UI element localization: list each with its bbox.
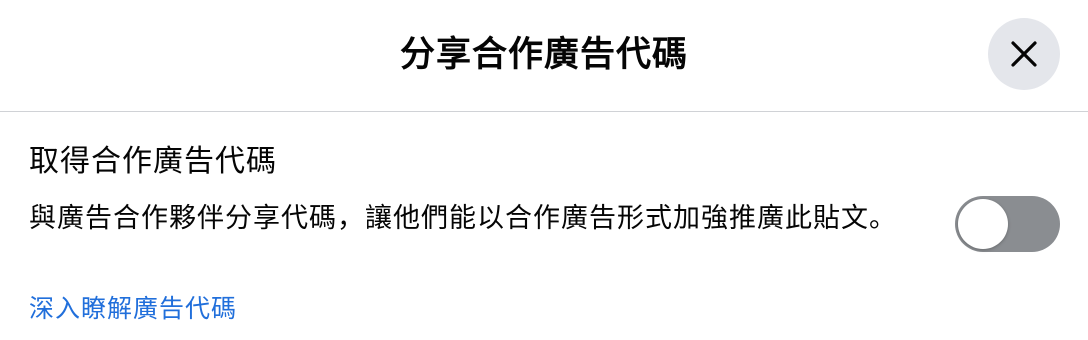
section-description: 與廣告合作夥伴分享代碼，讓他們能以合作廣告形式加強推廣此貼文。 xyxy=(29,203,897,234)
learn-more-link[interactable]: 深入瞭解廣告代碼 xyxy=(29,291,237,327)
dialog-title: 分享合作廣告代碼 xyxy=(399,35,688,75)
toggle-knob xyxy=(958,199,1008,249)
close-icon xyxy=(1011,41,1037,67)
ad-code-toggle[interactable] xyxy=(955,196,1060,252)
share-ad-code-dialog: 分享合作廣告代碼 取得合作廣告代碼 與廣告合作夥伴分享代碼，讓他們能以合作廣告形… xyxy=(0,0,1088,340)
section-title: 取得合作廣告代碼 xyxy=(29,144,277,179)
close-button[interactable] xyxy=(988,18,1060,90)
dialog-header: 分享合作廣告代碼 xyxy=(0,0,1088,112)
